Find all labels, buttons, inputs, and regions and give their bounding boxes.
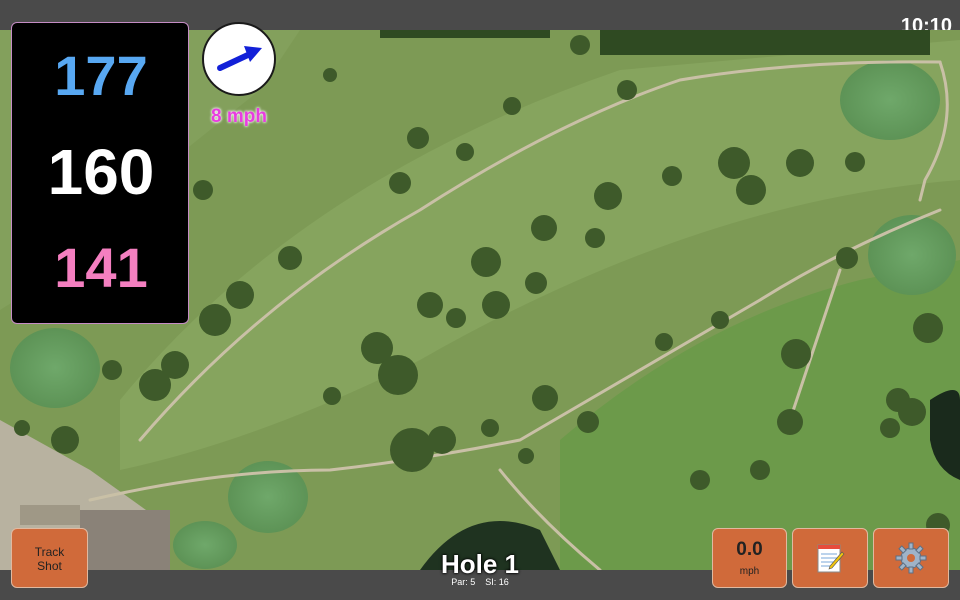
wind-speed: 8 mph bbox=[211, 106, 267, 127]
speed-button[interactable]: 0.0 mph bbox=[712, 528, 787, 588]
track-shot-button[interactable]: Track Shot bbox=[11, 528, 88, 588]
distance-panel: 177 160 141 bbox=[11, 22, 189, 324]
middle-distance: 160 bbox=[47, 136, 155, 208]
track-shot-label-line1: Track bbox=[34, 545, 65, 559]
wind-compass bbox=[202, 22, 276, 96]
front-distance: 141 bbox=[54, 236, 148, 299]
hole-stroke-index: SI: 16 bbox=[485, 577, 509, 587]
wind-arrow-icon bbox=[217, 46, 262, 71]
speed-value: 0.0 bbox=[736, 539, 763, 560]
settings-button[interactable] bbox=[873, 528, 949, 588]
hole-info: Par: 5 SI: 16 bbox=[380, 577, 580, 587]
notes-button[interactable] bbox=[792, 528, 868, 588]
gear-icon bbox=[895, 542, 927, 574]
notepad-icon bbox=[817, 544, 845, 573]
hole-par: Par: 5 bbox=[451, 577, 476, 587]
back-distance: 177 bbox=[54, 44, 148, 107]
hole-title: Hole 1 bbox=[440, 549, 520, 579]
speed-unit: mph bbox=[739, 566, 760, 577]
track-shot-label-line2: Shot bbox=[37, 559, 62, 573]
